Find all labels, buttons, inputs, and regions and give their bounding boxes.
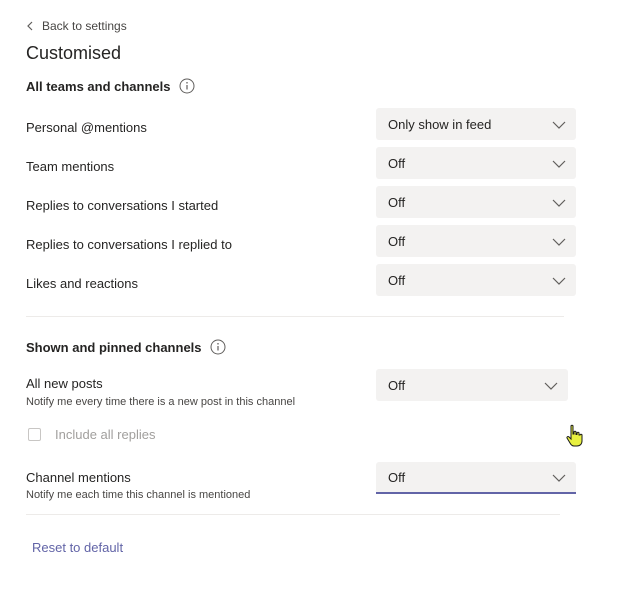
setting-description-all-new-posts: Notify me every time there is a new post… bbox=[26, 396, 296, 408]
include-all-replies-checkbox[interactable] bbox=[28, 428, 41, 441]
replies-replied-dropdown[interactable]: Off bbox=[376, 225, 576, 257]
include-all-replies-option[interactable]: Include all replies bbox=[28, 427, 155, 442]
likes-reactions-dropdown[interactable]: Off bbox=[376, 264, 576, 296]
reset-to-default-link[interactable]: Reset to default bbox=[32, 540, 123, 555]
setting-label-likes-reactions: Likes and reactions bbox=[26, 276, 139, 291]
setting-label-replies-replied: Replies to conversations I replied to bbox=[26, 237, 232, 252]
team-mentions-dropdown[interactable]: Off bbox=[376, 147, 576, 179]
setting-label-team-mentions: Team mentions bbox=[26, 159, 115, 174]
replies-started-dropdown[interactable]: Off bbox=[376, 186, 576, 218]
dropdown-value: Only show in feed bbox=[388, 116, 492, 132]
section-title-label: All teams and channels bbox=[26, 78, 171, 94]
dropdown-value: Off bbox=[388, 155, 406, 171]
info-icon[interactable] bbox=[179, 78, 195, 94]
chevron-left-icon bbox=[26, 21, 34, 31]
setting-label-all-new-posts: All new posts bbox=[26, 376, 103, 391]
info-icon[interactable] bbox=[210, 339, 226, 355]
chevron-down-icon bbox=[552, 470, 566, 485]
chevron-down-icon bbox=[552, 234, 566, 249]
dropdown-value: Off bbox=[388, 272, 406, 288]
chevron-down-icon bbox=[552, 117, 566, 132]
include-all-replies-label: Include all replies bbox=[55, 427, 156, 442]
back-to-settings-link[interactable]: Back to settings bbox=[26, 17, 127, 35]
dropdown-value: Off bbox=[388, 233, 406, 249]
section-title-all-teams: All teams and channels bbox=[26, 77, 195, 95]
chevron-down-icon bbox=[552, 156, 566, 171]
chevron-down-icon bbox=[552, 273, 566, 288]
chevron-down-icon bbox=[552, 195, 566, 210]
dropdown-value: Off bbox=[388, 377, 406, 393]
back-label: Back to settings bbox=[42, 19, 127, 33]
channel-mentions-dropdown[interactable]: Off bbox=[376, 462, 576, 494]
section-divider bbox=[26, 514, 560, 515]
page-title: Customised bbox=[26, 43, 122, 63]
section-title-shown-pinned: Shown and pinned channels bbox=[26, 338, 226, 356]
hand-pointer-cursor-icon bbox=[565, 424, 583, 453]
setting-label-personal-mentions: Personal @mentions bbox=[26, 120, 147, 135]
all-new-posts-dropdown[interactable]: Off bbox=[376, 369, 568, 401]
dropdown-value: Off bbox=[388, 469, 406, 485]
personal-mentions-dropdown[interactable]: Only show in feed bbox=[376, 108, 576, 140]
setting-description-channel-mentions: Notify me each time this channel is ment… bbox=[26, 489, 251, 501]
section-divider bbox=[26, 316, 564, 317]
chevron-down-icon bbox=[544, 378, 558, 393]
section-title-label: Shown and pinned channels bbox=[26, 339, 202, 355]
setting-label-channel-mentions: Channel mentions bbox=[26, 470, 131, 485]
dropdown-value: Off bbox=[388, 194, 406, 210]
setting-label-replies-started: Replies to conversations I started bbox=[26, 198, 219, 213]
